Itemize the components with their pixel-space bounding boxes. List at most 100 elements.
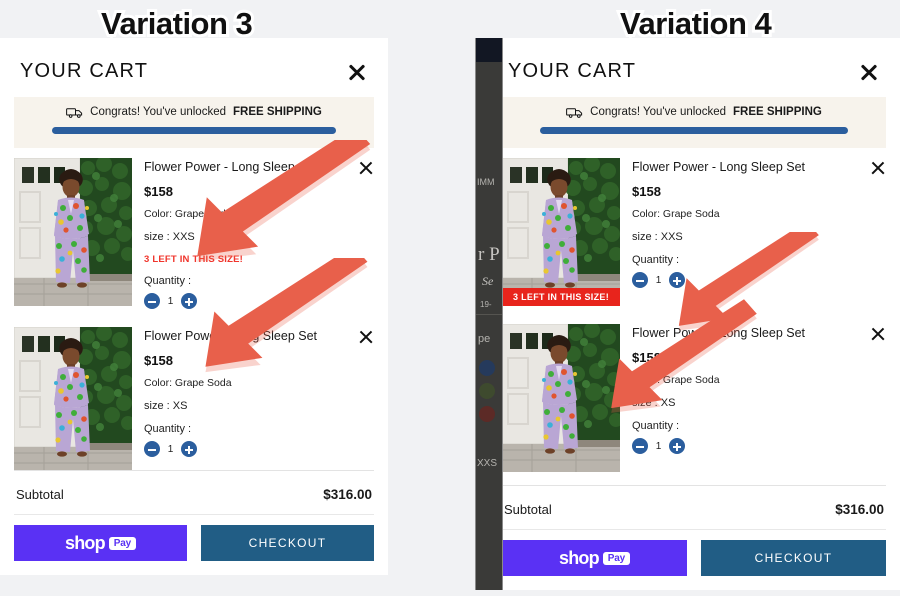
backdrop-text-fragment: r P xyxy=(478,244,500,265)
backdrop-color-swatch[interactable] xyxy=(479,360,495,376)
free-shipping-message: Congrats! You've unlocked FREE SHIPPING xyxy=(28,106,360,118)
quantity-value: 1 xyxy=(167,295,174,307)
product-color: Color: Grape Soda xyxy=(144,377,232,389)
product-size: size : XXS xyxy=(632,231,683,243)
subtotal-value: $316.00 xyxy=(835,502,884,517)
close-icon[interactable] xyxy=(346,61,368,83)
shop-pay-pill: Pay xyxy=(602,551,630,565)
quantity-decrease-button[interactable] xyxy=(632,272,648,288)
quantity-stepper[interactable]: 1 xyxy=(632,438,858,454)
product-price: $158 xyxy=(632,350,661,365)
product-thumbnail[interactable] xyxy=(14,158,132,306)
product-color: Color: Grape Soda xyxy=(632,208,720,220)
cart-header: YOUR CART xyxy=(0,38,388,97)
checkout-button[interactable]: CHECKOUT xyxy=(201,525,374,561)
line-item-details: Flower Power - Long Sleep Set $158 Color… xyxy=(632,324,858,472)
line-item-details: Flower Power - Long Sleep Set $158 Color… xyxy=(144,158,346,309)
dimmed-page-backdrop[interactable]: IMM r P Se 19- pe XXS xyxy=(475,38,503,590)
shop-pay-pill: Pay xyxy=(108,536,136,550)
quantity-label: Quantity : xyxy=(144,423,192,435)
cart-line-item: Flower Power - Long Sleep Set $158 Color… xyxy=(0,148,388,317)
quantity-label: Quantity : xyxy=(632,420,680,432)
product-color: Color: Grape Soda xyxy=(632,374,720,386)
subtotal-label: Subtotal xyxy=(504,502,552,517)
backdrop-text-fragment: XXS xyxy=(477,458,498,469)
quantity-value: 1 xyxy=(655,274,662,286)
truck-icon xyxy=(66,107,83,118)
shop-pay-logo: shop Pay xyxy=(65,533,136,554)
cart-line-item: Flower Power - Long Sleep Set $158 Color… xyxy=(488,314,900,480)
line-item-details: Flower Power - Long Sleep Set $158 Color… xyxy=(632,158,858,306)
shipping-message-text: Congrats! You've unlocked xyxy=(590,106,726,118)
product-title[interactable]: Flower Power - Long Sleep Set xyxy=(144,329,346,344)
backdrop-topbar xyxy=(476,38,502,62)
product-thumbnail[interactable] xyxy=(14,327,132,470)
quantity-decrease-button[interactable] xyxy=(144,293,160,309)
backdrop-divider xyxy=(476,314,502,315)
checkout-buttons: shop Pay CHECKOUT xyxy=(502,540,886,576)
quantity-stepper[interactable]: 1 xyxy=(144,441,346,457)
product-image xyxy=(14,158,132,306)
remove-item-icon[interactable] xyxy=(358,160,374,176)
shop-pay-button[interactable]: shop Pay xyxy=(502,540,687,576)
quantity-decrease-button[interactable] xyxy=(632,438,648,454)
close-icon[interactable] xyxy=(858,61,880,83)
quantity-stepper[interactable]: 1 xyxy=(632,272,858,288)
product-title[interactable]: Flower Power - Long Sleep Set xyxy=(632,160,858,175)
subtotal-label: Subtotal xyxy=(16,487,64,502)
shipping-highlight-text: FREE SHIPPING xyxy=(233,106,322,118)
checkout-button-label: CHECKOUT xyxy=(248,536,327,550)
product-size: size : XS xyxy=(144,400,188,412)
product-title[interactable]: Flower Power - Long Sleep Set xyxy=(144,160,346,175)
variation-4-title: Variation 4 xyxy=(617,3,775,44)
free-shipping-banner: Congrats! You've unlocked FREE SHIPPING xyxy=(14,97,374,148)
quantity-value: 1 xyxy=(655,440,662,452)
backdrop-color-swatch[interactable] xyxy=(479,383,495,399)
shop-pay-word: shop xyxy=(65,532,106,553)
shipping-highlight-text: FREE SHIPPING xyxy=(733,106,822,118)
product-title[interactable]: Flower Power - Long Sleep Set xyxy=(632,326,858,341)
product-thumbnail[interactable]: 3 LEFT IN THIS SIZE! xyxy=(502,158,620,306)
backdrop-text-fragment: 19- xyxy=(480,300,492,309)
quantity-increase-button[interactable] xyxy=(181,293,197,309)
footer-divider xyxy=(502,485,886,486)
remove-item-icon[interactable] xyxy=(870,326,886,342)
product-size: size : XXS xyxy=(144,231,195,243)
subtotal-row: Subtotal $316.00 xyxy=(502,498,886,529)
product-price: $158 xyxy=(144,184,173,199)
product-price: $158 xyxy=(144,353,173,368)
product-size: size : XS xyxy=(632,397,676,409)
product-price: $158 xyxy=(632,184,661,199)
shop-pay-word: shop xyxy=(559,547,600,568)
backdrop-color-swatch[interactable] xyxy=(479,406,495,422)
backdrop-text-fragment: IMM xyxy=(477,177,495,187)
line-item-details: Flower Power - Long Sleep Set $158 Color… xyxy=(144,327,346,470)
checkout-buttons: shop Pay CHECKOUT xyxy=(14,525,374,561)
quantity-value: 1 xyxy=(167,443,174,455)
remove-item-icon[interactable] xyxy=(870,160,886,176)
variation-3-title: Variation 3 xyxy=(98,3,256,44)
free-shipping-banner: Congrats! You've unlocked FREE SHIPPING xyxy=(502,97,886,148)
product-color: Color: Grape Soda xyxy=(144,208,232,220)
quantity-increase-button[interactable] xyxy=(669,438,685,454)
cart-footer: Subtotal $316.00 shop Pay CHECKOUT xyxy=(0,470,388,575)
footer-rule xyxy=(502,529,886,530)
remove-item-icon[interactable] xyxy=(358,329,374,345)
shipping-message-text: Congrats! You've unlocked xyxy=(90,106,226,118)
cart-drawer-variation-4: YOUR CART Congrats! You've unlocked FREE … xyxy=(488,38,900,590)
quantity-decrease-button[interactable] xyxy=(144,441,160,457)
product-thumbnail[interactable] xyxy=(502,324,620,472)
shipping-progress-bar xyxy=(52,127,336,134)
checkout-button[interactable]: CHECKOUT xyxy=(701,540,886,576)
quantity-stepper[interactable]: 1 xyxy=(144,293,346,309)
cart-title: YOUR CART xyxy=(20,60,149,82)
shop-pay-button[interactable]: shop Pay xyxy=(14,525,187,561)
checkout-button-label: CHECKOUT xyxy=(754,551,833,565)
cart-line-item: 3 LEFT IN THIS SIZE! Flower Power - Long… xyxy=(488,148,900,314)
stock-warning-banner: 3 LEFT IN THIS SIZE! xyxy=(502,288,620,306)
quantity-increase-button[interactable] xyxy=(669,272,685,288)
quantity-increase-button[interactable] xyxy=(181,441,197,457)
footer-divider xyxy=(14,470,374,471)
quantity-label: Quantity : xyxy=(144,275,192,287)
cart-title: YOUR CART xyxy=(508,60,637,82)
